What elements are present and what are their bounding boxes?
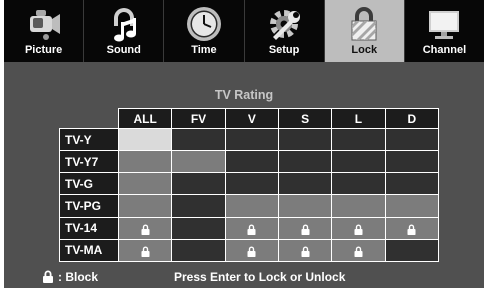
row-header: TV-14 (59, 216, 119, 240)
tab-label: Sound (106, 44, 141, 56)
rating-cell[interactable] (224, 194, 279, 218)
rating-row: TV-G (59, 172, 440, 196)
rating-cell[interactable] (277, 216, 333, 240)
help-message: Press Enter to Lock or Unlock (174, 270, 346, 284)
rating-cell[interactable] (117, 150, 173, 174)
rating-cell[interactable] (384, 172, 440, 196)
lock-icon (353, 224, 364, 235)
rating-cell[interactable] (117, 238, 173, 263)
column-header: V (224, 108, 279, 129)
block-legend-label: : Block (58, 270, 99, 284)
rating-cell[interactable] (224, 172, 279, 196)
column-header-row: ALL FV V S L D (60, 108, 440, 129)
rating-row: TV-14 (59, 216, 440, 240)
rating-cell[interactable] (171, 238, 226, 263)
tab-label: Picture (24, 44, 63, 56)
rating-cell[interactable] (384, 238, 440, 263)
tab-time[interactable]: Time (164, 0, 245, 62)
rating-cell[interactable] (384, 216, 440, 240)
rating-cell[interactable] (331, 150, 386, 174)
menu-bar: Picture Sound Time Setup Lock Channel (4, 0, 484, 62)
tab-label: Setup (268, 44, 300, 56)
rating-cell[interactable] (117, 216, 173, 240)
rating-cell[interactable] (171, 194, 226, 218)
rating-cell[interactable] (171, 216, 226, 240)
tv-osd-screen: Picture Sound Time Setup Lock Channel TV… (4, 0, 484, 288)
tv-rating-table: ALL FV V S L D TV-Y TV-Y7 TV-G TV-PG TV-14 TV… (59, 108, 440, 263)
rating-cell[interactable] (277, 127, 333, 152)
lock-icon (140, 224, 151, 235)
column-header: S (277, 108, 333, 129)
tab-label: Time (191, 44, 217, 56)
wrench-gear-icon (270, 10, 301, 40)
column-header: ALL (117, 108, 173, 129)
column-header: FV (171, 108, 226, 129)
tab-picture[interactable]: Picture (4, 0, 85, 62)
rating-cell[interactable] (331, 172, 386, 196)
tab-setup[interactable]: Setup (245, 0, 325, 62)
column-header: D (384, 108, 440, 129)
music-note-icon (113, 8, 136, 42)
rating-cell[interactable] (331, 238, 386, 263)
lock-icon (43, 270, 53, 283)
rating-cell[interactable] (117, 127, 173, 152)
padlock-icon (351, 7, 377, 41)
rating-cell[interactable] (384, 150, 440, 174)
lock-icon (406, 224, 417, 235)
rating-cell[interactable] (331, 194, 386, 218)
rating-cell[interactable] (331, 216, 386, 240)
rating-cell[interactable] (384, 127, 440, 152)
rating-cell[interactable] (277, 150, 333, 174)
lock-icon (140, 246, 151, 257)
rating-cell[interactable] (277, 172, 333, 196)
monitor-icon (429, 11, 460, 39)
rating-cell[interactable] (277, 194, 333, 218)
rating-cell[interactable] (117, 172, 173, 196)
rating-cell[interactable] (224, 127, 279, 152)
help-bar: : Block Press Enter to Lock or Unlock (4, 270, 484, 286)
lock-icon (246, 246, 257, 257)
row-header: TV-Y (59, 127, 119, 152)
rating-cell[interactable] (224, 150, 279, 174)
rating-row: TV-Y7 (59, 150, 440, 174)
clock-icon (186, 7, 221, 41)
tab-label: Lock (351, 44, 378, 56)
row-header: TV-MA (59, 238, 119, 263)
rating-row: TV-Y (59, 127, 440, 152)
lock-icon (300, 224, 311, 235)
rating-cell[interactable] (117, 194, 173, 218)
rating-cell[interactable] (384, 194, 440, 218)
camcorder-icon (29, 10, 60, 40)
row-header: TV-G (59, 172, 119, 196)
table-corner (60, 109, 119, 129)
rating-cell[interactable] (224, 238, 279, 263)
rating-cell[interactable] (171, 150, 226, 174)
rating-row: TV-MA (59, 238, 440, 263)
rating-cell[interactable] (171, 172, 226, 196)
lock-icon (300, 246, 311, 257)
panel-title: TV Rating (214, 88, 274, 102)
rating-cell[interactable] (331, 127, 386, 152)
row-header: TV-Y7 (59, 150, 119, 174)
tab-lock[interactable]: Lock (324, 0, 405, 62)
rating-cell[interactable] (224, 216, 279, 240)
tab-sound[interactable]: Sound (84, 0, 165, 62)
lock-icon (246, 224, 257, 235)
column-header: L (331, 108, 386, 129)
lock-icon (353, 246, 364, 257)
rating-cell[interactable] (277, 238, 333, 263)
tab-channel[interactable]: Channel (405, 0, 484, 62)
tab-label: Channel (422, 44, 467, 56)
rating-cell[interactable] (171, 127, 226, 152)
row-header: TV-PG (59, 194, 119, 218)
rating-row: TV-PG (59, 194, 440, 218)
